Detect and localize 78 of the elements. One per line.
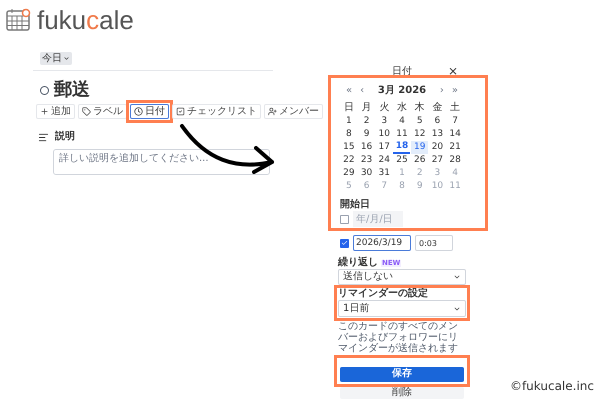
day-cell[interactable]: 9 (358, 128, 376, 141)
day-cell[interactable]: 17 (376, 141, 393, 154)
weekday-label: 月 (362, 103, 372, 113)
close-button[interactable]: × (448, 65, 458, 77)
chevron-icon (453, 273, 461, 281)
day-cell[interactable]: 8 (340, 128, 358, 141)
due-time-field[interactable]: 0:03 (415, 235, 453, 251)
description-icon (38, 132, 49, 142)
day-cell[interactable]: 6 (428, 115, 446, 128)
weekday-label: 日 (344, 103, 354, 113)
person-add-icon (268, 107, 277, 116)
logo-text: fukucale (37, 7, 134, 33)
chevron-icon (63, 55, 70, 62)
nav-back-button[interactable]: ‹ (360, 86, 364, 96)
delete-button[interactable]: 削除 (340, 387, 464, 399)
day-cell[interactable]: 7 (446, 115, 464, 128)
nav-forward-button[interactable]: › (440, 86, 444, 96)
day-cell[interactable]: 26 (411, 154, 428, 167)
month-label: 3月 2026 (376, 86, 428, 96)
start-date-field[interactable]: 年/月/日 (353, 211, 403, 227)
weekday-label: 火 (379, 103, 390, 113)
clock-icon (134, 107, 143, 116)
day-cell[interactable]: 13 (428, 128, 446, 141)
weekday-label: 金 (432, 103, 442, 113)
description-field[interactable]: 詳しい説明を追加してください... (53, 149, 270, 175)
calendar-logo-icon (5, 7, 33, 33)
due-checkbox[interactable] (340, 238, 349, 248)
day-cell[interactable]: 28 (446, 154, 464, 167)
tag-icon (82, 107, 91, 116)
reminder-note: このカードのすべてのメンバーおよびフォロワーにリマインダーが送信されます (337, 321, 459, 354)
start-date-label: 開始日 (340, 200, 370, 210)
day-cell[interactable]: 2 (358, 115, 376, 128)
day-cell[interactable]: 31 (376, 167, 393, 180)
checkbox-icon (176, 107, 185, 116)
day-cell[interactable]: 29 (340, 167, 358, 180)
day-cell[interactable]: 11 (393, 128, 410, 141)
reminder-label: リマインダーの設定 (338, 289, 428, 299)
panel-title: 日付 (392, 67, 412, 77)
day-cell[interactable]: 5 (411, 115, 428, 128)
plus-icon (40, 107, 49, 116)
weekday-label: 木 (414, 103, 425, 113)
day-cell[interactable]: 12 (411, 128, 428, 141)
day-cell[interactable]: 19 (411, 141, 428, 154)
action-button[interactable]: チェックリスト (172, 104, 261, 119)
day-cell[interactable]: 4 (393, 115, 410, 128)
save-button[interactable]: 保存 (340, 366, 464, 382)
day-cell[interactable]: 30 (358, 167, 376, 180)
day-cell[interactable]: 16 (358, 141, 376, 154)
day-cell[interactable]: 1 (340, 115, 358, 128)
task-title: 郵送 (54, 81, 90, 99)
action-button[interactable]: 日付 (130, 104, 169, 119)
nav-forward-button[interactable]: » (452, 86, 458, 96)
day-cell[interactable]: 20 (428, 141, 446, 154)
weekday-label: 水 (396, 103, 407, 113)
day-cell[interactable]: 21 (446, 141, 464, 154)
day-cell[interactable]: 25 (393, 154, 410, 167)
start-checkbox[interactable] (340, 214, 349, 224)
due-date-field[interactable]: 2026/3/19 (353, 235, 411, 251)
action-button[interactable]: メンバー (264, 104, 323, 119)
repeat-select[interactable]: 送信しない (338, 269, 466, 285)
action-button[interactable]: 追加 (36, 104, 75, 119)
nav-back-button[interactable]: « (346, 86, 352, 96)
day-cell[interactable]: 23 (358, 154, 376, 167)
copyright-text: ©fukucale.inc (510, 380, 594, 392)
highlight-frame (126, 100, 173, 123)
day-cell[interactable]: 3 (376, 115, 393, 128)
day-cell[interactable]: 22 (340, 154, 358, 167)
day-cell[interactable]: 24 (376, 154, 393, 167)
action-button[interactable]: ラベル (78, 104, 127, 119)
day-cell[interactable]: 14 (446, 128, 464, 141)
view-dropdown[interactable]: 今日 (40, 52, 72, 65)
day-cell[interactable]: 15 (340, 141, 358, 154)
day-cell[interactable]: 27 (428, 154, 446, 167)
repeat-label: 繰り返し (338, 258, 378, 268)
description-label: 説明 (55, 132, 75, 142)
reminder-select[interactable]: 1日前 (338, 300, 466, 317)
weekday-label: 土 (450, 103, 460, 113)
day-cell[interactable]: 10 (376, 128, 393, 141)
